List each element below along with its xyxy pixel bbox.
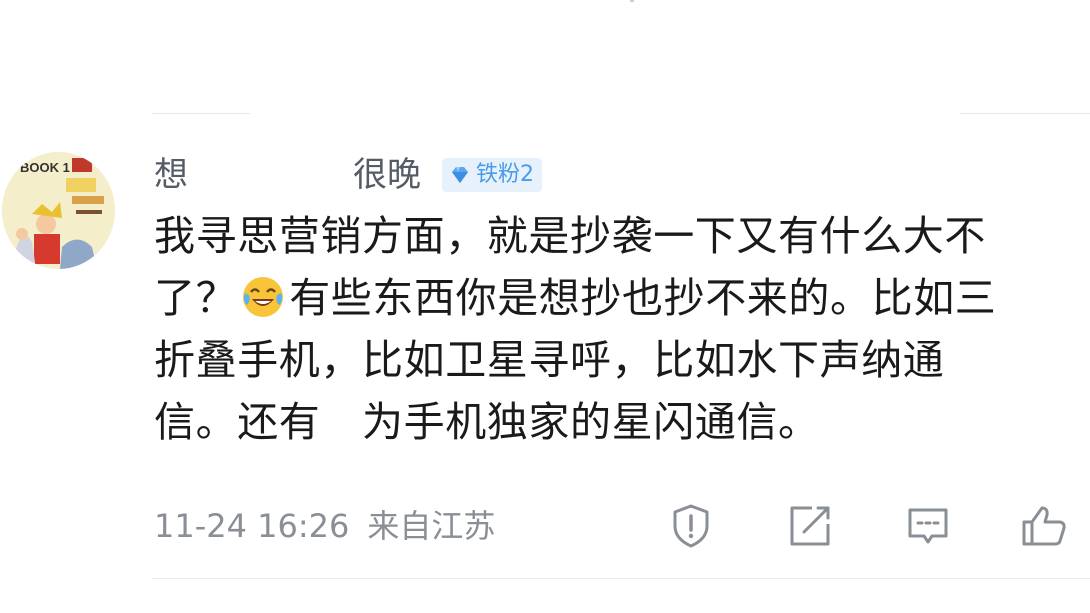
fan-badge: 铁粉2 xyxy=(442,158,542,192)
bottom-divider xyxy=(152,578,1090,579)
username[interactable]: 想 xyxy=(154,150,189,200)
diamond-icon xyxy=(452,167,468,183)
content-line: 信。还有 为手机独家的星闪通信。 xyxy=(154,398,820,446)
share-button[interactable] xyxy=(786,502,834,550)
comment-icon xyxy=(908,508,948,544)
content-line: 我寻思营销方面，就是抄袭一下又有什么大不 xyxy=(154,212,986,260)
top-divider xyxy=(152,113,250,114)
top-divider-right xyxy=(960,113,1090,114)
share-icon xyxy=(790,506,830,546)
avatar-image: BOOK 1 xyxy=(2,152,115,269)
report-icon xyxy=(673,504,709,548)
content-line: 折叠手机，比如卫星寻呼，比如水下声纳通 xyxy=(154,336,945,384)
comment-content: 我寻思营销方面，就是抄袭一下又有什么大不 了？ 有些东西你是想抄也抄不来的。比如… xyxy=(154,205,1084,453)
comment-meta: 11-24 16:26 来自江苏 xyxy=(154,504,495,548)
timestamp: 11-24 16:26 xyxy=(154,507,350,545)
reply-button[interactable] xyxy=(904,502,952,550)
location: 来自江苏 xyxy=(367,507,496,545)
like-icon xyxy=(1022,506,1066,546)
content-line-text: 有些东西你是想抄也抄不来的。比如三 xyxy=(289,274,997,322)
comment-page: BOOK 1 想 很晚 铁粉2 我寻思营销方面，就是抄袭一下又有什么大不 了？ xyxy=(0,0,1090,613)
svg-text:BOOK 1: BOOK 1 xyxy=(20,160,70,175)
top-indicator xyxy=(630,0,634,2)
content-line-text: 了？ xyxy=(154,274,238,322)
laugh-cry-emoji-icon xyxy=(243,277,284,317)
content-line: 了？ 有些东西你是想抄也抄不来的。比如三 xyxy=(154,267,1084,329)
avatar[interactable]: BOOK 1 xyxy=(2,152,115,269)
report-button[interactable] xyxy=(667,502,715,550)
username-suffix[interactable]: 很晚 xyxy=(353,150,421,200)
like-button[interactable] xyxy=(1020,502,1068,550)
fan-badge-label: 铁粉2 xyxy=(476,162,534,187)
